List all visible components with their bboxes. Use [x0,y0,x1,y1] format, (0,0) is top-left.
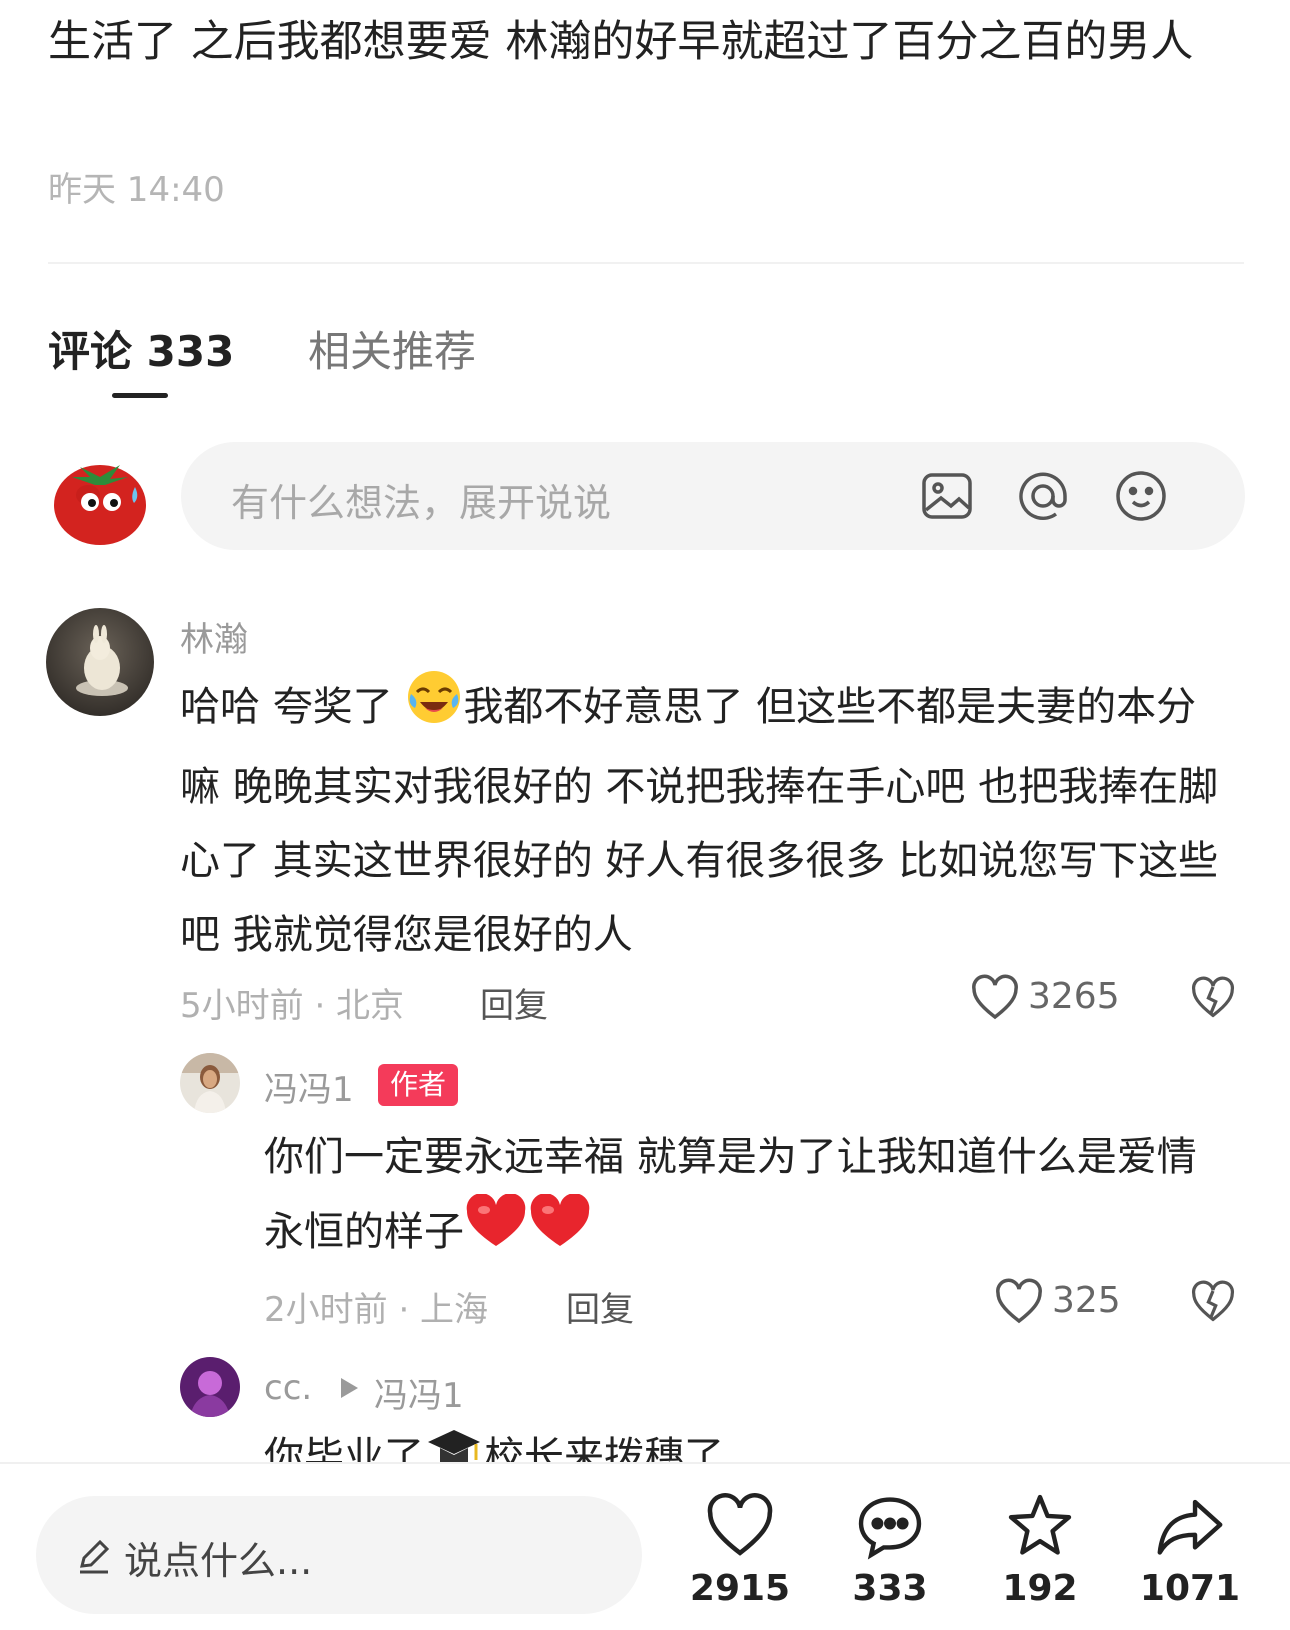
avatar[interactable] [180,1357,240,1417]
comment-text-part: 哈哈 夸奖了 [180,684,406,730]
star-icon [1008,1494,1072,1555]
reply-meta: 2小时前 · 上海 [264,1290,489,1330]
dislike-icon[interactable] [1190,1280,1236,1326]
comment-input-placeholder: 有什么想法，展开说说 [231,481,612,525]
say-something-placeholder: 说点什么... [124,1539,313,1583]
image-icon[interactable] [919,468,975,524]
graduation-cap-emoji-icon [424,1422,484,1464]
tab-active-indicator [112,393,168,398]
reply-text-part: 你毕业了 [264,1434,424,1464]
comment-count: 333 [852,1568,928,1609]
reply-text: 你们一定要永远幸福 就算是为了让我知道什么是爱情永恒的样子 [264,1120,1224,1274]
my-avatar[interactable] [50,447,150,547]
divider [48,262,1244,264]
share-action[interactable]: 1071 [1130,1492,1250,1609]
reply-arrow-icon [338,1376,360,1404]
like-count: 3265 [1028,976,1120,1017]
dislike-icon[interactable] [1190,976,1236,1022]
comment-input[interactable]: 有什么想法，展开说说 [181,442,1245,550]
share-arrow-icon [1157,1499,1223,1555]
comment-meta: 5小时前 · 北京 [180,986,405,1026]
reply-text: 你毕业了 校长来拨穗了 [264,1420,1224,1464]
post-text: 生活了 之后我都想要爱 林瀚的好早就超过了百分之百的男人 [48,17,1194,67]
heart-icon[interactable] [994,1278,1044,1328]
like-count: 325 [1052,1280,1121,1321]
at-icon[interactable] [1015,468,1071,524]
reply-username[interactable]: 冯冯1 [264,1062,354,1111]
tab-related[interactable]: 相关推荐 [308,318,476,379]
author-badge: 作者 [378,1064,459,1106]
reply-to-username[interactable]: 冯冯1 [374,1368,464,1417]
reply-button[interactable]: 回复 [566,1282,634,1331]
tab-comments[interactable]: 评论 333 [48,318,234,379]
reply-text-part: 校长来拨穗了 [484,1434,724,1464]
crying-laughing-emoji-icon [405,668,463,750]
reply-username[interactable]: cc. [264,1368,312,1408]
say-something-input[interactable]: 说点什么... [36,1496,642,1614]
red-heart-emoji-icon [528,1193,592,1274]
emoji-icon[interactable] [1113,468,1169,524]
comment-bubble-icon [858,1497,922,1560]
avatar[interactable] [46,608,154,716]
comment-text: 哈哈 夸奖了 我都不好意思了 但这些不都是夫妻的本分嘛 晚晚其实对我很好的 不说… [180,668,1230,972]
reply-text-part: 你们一定要永远幸福 就算是为了让我知道什么是爱情永恒的样子 [264,1134,1197,1255]
comment-username[interactable]: 林瀚 [180,612,248,661]
post-time: 昨天 14:40 [48,170,225,210]
bottom-bar: 说点什么... 2915 333 192 1071 [0,1462,1290,1630]
share-count: 1071 [1139,1568,1241,1609]
heart-icon [707,1493,773,1556]
favorite-action[interactable]: 192 [980,1492,1100,1609]
comment-action[interactable]: 333 [830,1492,950,1609]
avatar[interactable] [180,1053,240,1113]
pen-icon [74,1536,114,1580]
red-heart-emoji-icon [464,1193,528,1274]
favorite-count: 192 [1002,1568,1078,1609]
like-action[interactable]: 2915 [680,1492,800,1609]
heart-icon[interactable] [970,974,1020,1024]
like-count: 2915 [689,1568,791,1609]
reply-button[interactable]: 回复 [480,978,548,1027]
